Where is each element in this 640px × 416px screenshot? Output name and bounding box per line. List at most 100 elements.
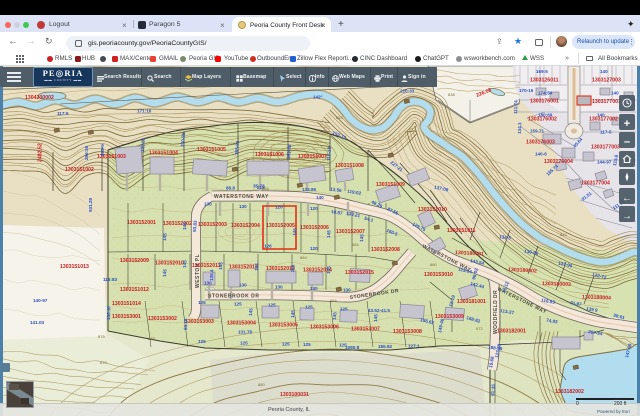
- svg-text:638: 638: [448, 92, 455, 97]
- svg-text:1095:8: 1095:8: [345, 345, 360, 350]
- svg-text:1303152004: 1303152004: [231, 223, 260, 229]
- svg-text:186.82: 186.82: [378, 344, 392, 349]
- svg-text:43.52-41.5: 43.52-41.5: [368, 308, 390, 313]
- svg-text:1303151012: 1303151012: [120, 287, 149, 293]
- svg-text:1303152005: 1303152005: [266, 223, 295, 229]
- svg-text:145: 145: [254, 263, 260, 271]
- svg-text:WESTON PL: WESTON PL: [195, 254, 201, 288]
- svg-text:1303153002: 1303153002: [148, 316, 177, 322]
- svg-text:169:6: 169:6: [536, 69, 548, 74]
- svg-text:1303152001: 1303152001: [127, 220, 156, 226]
- svg-text:140-6: 140-6: [535, 152, 547, 157]
- svg-text:135.4: 135.4: [209, 269, 214, 281]
- svg-text:1303152003: 1303152003: [198, 222, 227, 228]
- svg-text:1303152002: 1303152002: [163, 221, 192, 227]
- svg-text:2482.52: 2482.52: [38, 143, 44, 162]
- svg-text:125: 125: [234, 302, 242, 307]
- svg-text:1303151013: 1303151013: [60, 264, 89, 270]
- svg-text:1303152009: 1303152009: [120, 258, 149, 264]
- svg-text:296:55: 296:55: [84, 145, 89, 160]
- svg-text:170-16: 170-16: [519, 88, 534, 93]
- svg-text:1303152010: 1303152010: [155, 261, 184, 267]
- svg-text:1303151011: 1303151011: [447, 228, 476, 234]
- svg-text:1303153006: 1303153006: [310, 325, 339, 331]
- svg-text:122-51: 122-51: [140, 137, 146, 152]
- svg-text:144-97: 144-97: [597, 160, 612, 165]
- svg-text:145: 145: [162, 233, 168, 241]
- svg-text:133.86: 133.86: [302, 187, 316, 192]
- svg-text:1303152006: 1303152006: [300, 225, 329, 231]
- svg-text:1303153001: 1303153001: [112, 314, 141, 320]
- svg-text:1303126011: 1303126011: [530, 78, 559, 84]
- svg-text:61:35: 61:35: [490, 384, 496, 397]
- svg-text:120: 120: [310, 246, 318, 251]
- svg-text:117-5: 117-5: [600, 130, 612, 135]
- svg-text:130: 130: [239, 204, 247, 209]
- svg-text:230-35: 230-35: [180, 132, 186, 147]
- svg-text:1303151005: 1303151005: [197, 147, 226, 153]
- svg-text:1303180003: 1303180003: [542, 281, 571, 288]
- svg-text:1303153010: 1303153010: [424, 272, 453, 278]
- svg-text:1303151010: 1303151010: [418, 207, 447, 213]
- svg-text:875: 875: [98, 334, 105, 339]
- svg-text:STONEBROOK DR: STONEBROOK DR: [208, 294, 260, 300]
- svg-text:1303127003: 1303127003: [592, 78, 621, 84]
- svg-text:880: 880: [258, 382, 265, 387]
- svg-text:1303151008: 1303151008: [335, 163, 364, 169]
- svg-text:1303181001: 1303181001: [457, 299, 486, 305]
- svg-text:63.16: 63.16: [183, 318, 188, 330]
- svg-text:672: 672: [476, 326, 483, 331]
- svg-text:680: 680: [430, 262, 437, 267]
- svg-text:875: 875: [148, 336, 155, 341]
- svg-text:658: 658: [228, 141, 235, 146]
- svg-text:134.3: 134.3: [517, 122, 522, 134]
- svg-text:1303180004: 1303180004: [582, 295, 611, 302]
- svg-text:1303153004: 1303153004: [227, 321, 256, 327]
- svg-text:130: 130: [239, 283, 247, 288]
- svg-text:140: 140: [600, 69, 608, 74]
- svg-text:130:97: 130:97: [106, 305, 112, 320]
- svg-text:145: 145: [373, 314, 379, 322]
- svg-text:1303177004: 1303177004: [581, 181, 610, 187]
- svg-text:125: 125: [198, 300, 206, 305]
- svg-text:125: 125: [305, 305, 313, 310]
- svg-text:1303177003: 1303177003: [591, 145, 620, 151]
- svg-text:140: 140: [611, 91, 619, 96]
- svg-text:130: 130: [310, 286, 318, 291]
- svg-text:1303152015: 1303152015: [345, 270, 374, 276]
- svg-text:140: 140: [316, 195, 324, 200]
- svg-text:668: 668: [262, 186, 269, 191]
- svg-text:126: 126: [264, 244, 272, 249]
- svg-text:145: 145: [326, 230, 332, 238]
- svg-text:1303153003: 1303153003: [185, 319, 214, 325]
- svg-text:174:54: 174:54: [538, 91, 553, 96]
- svg-text:159.71: 159.71: [530, 129, 544, 134]
- svg-text:145: 145: [290, 310, 296, 318]
- svg-text:1303177001: 1303177001: [592, 99, 621, 105]
- svg-text:141.03: 141.03: [30, 320, 44, 325]
- svg-text:130: 130: [275, 285, 283, 290]
- svg-text:269-88: 269-88: [286, 144, 292, 159]
- svg-text:180:69: 180:69: [538, 113, 553, 118]
- svg-text:125: 125: [240, 341, 248, 346]
- svg-text:1303151002: 1303151002: [65, 167, 94, 173]
- svg-text:1303176001: 1303176001: [530, 99, 559, 105]
- svg-text:1303153007: 1303153007: [351, 327, 380, 333]
- svg-text:1303151004: 1303151004: [149, 151, 178, 157]
- svg-text:1303151014: 1303151014: [112, 301, 141, 307]
- svg-text:1303182001: 1303182001: [497, 329, 526, 335]
- svg-text:145: 145: [218, 262, 224, 270]
- svg-text:265-91: 265-91: [234, 140, 240, 155]
- svg-text:125: 125: [340, 307, 348, 312]
- svg-text:1303152011: 1303152011: [192, 263, 221, 269]
- svg-text:115:83: 115:83: [103, 277, 117, 282]
- svg-text:171:16: 171:16: [137, 109, 152, 114]
- svg-text:111.74: 111.74: [513, 100, 518, 114]
- svg-text:145: 145: [182, 260, 188, 268]
- svg-text:145: 145: [182, 222, 188, 230]
- svg-text:870: 870: [100, 360, 107, 365]
- svg-text:265-9: 265-9: [100, 144, 105, 156]
- svg-text:145: 145: [292, 228, 298, 236]
- svg-text:654: 654: [336, 115, 343, 120]
- svg-text:1303152007: 1303152007: [336, 229, 365, 235]
